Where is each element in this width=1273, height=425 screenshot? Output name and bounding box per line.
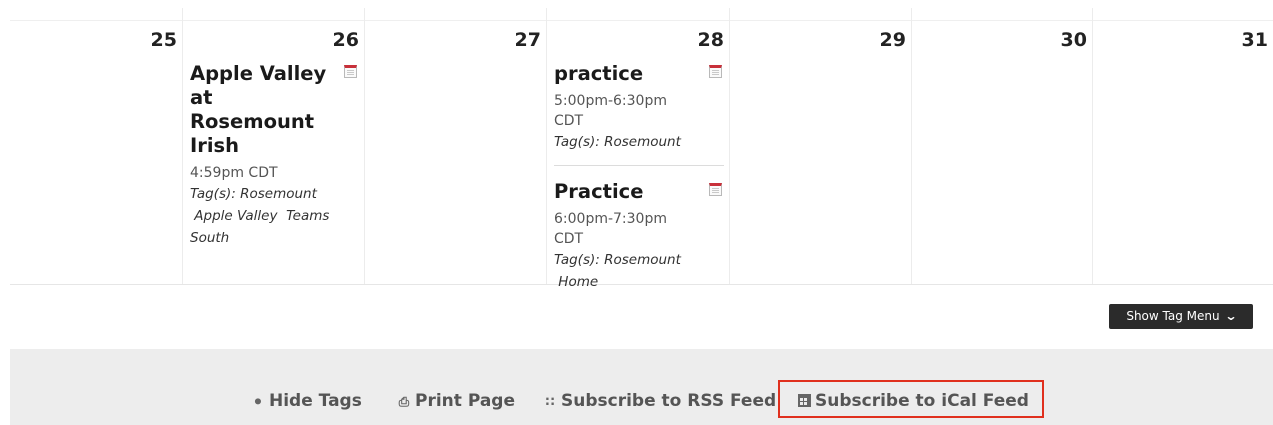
day-number: 26: [332, 29, 359, 51]
day-cell-top: [730, 8, 911, 21]
rss-feed-label: Subscribe to RSS Feed: [561, 391, 777, 411]
chevron-down-icon: ⌄: [1224, 309, 1238, 323]
tag-icon: ⚫: [252, 395, 264, 410]
event-title-link[interactable]: Apple Valley at Rosemount Irish: [190, 62, 333, 158]
print-icon: ⎙: [398, 395, 410, 410]
show-tag-menu-button[interactable]: Show Tag Menu ⌄: [1109, 304, 1253, 329]
footer-links: ⚫ Hide Tags ⎙ Print Page ∷ Subscribe to RSS…: [10, 380, 1273, 418]
day-number: 27: [514, 29, 541, 51]
event-list: practice 5:00pm-6:30pm CDT Tag(s): Rosem…: [554, 62, 724, 293]
hide-tags-link[interactable]: ⚫ Hide Tags: [250, 389, 362, 413]
event-tags: Tag(s): Rosemount: [554, 131, 698, 153]
day-cell-30[interactable]: 30: [911, 8, 1092, 284]
tags-prefix: Tag(s):: [190, 186, 236, 202]
tag-link[interactable]: South: [190, 230, 229, 246]
day-cell-top: [365, 8, 546, 21]
ical-feed-label: Subscribe to iCal Feed: [815, 391, 1029, 411]
ical-export-icon[interactable]: [709, 183, 722, 196]
event-item: Practice 6:00pm-7:30pm CDT Tag(s): Rosem…: [554, 165, 724, 293]
tags-prefix: Tag(s):: [554, 252, 600, 268]
tag-link[interactable]: Rosemount: [604, 252, 681, 268]
event-time: 4:59pm CDT: [190, 165, 278, 181]
print-page-label: Print Page: [415, 391, 515, 411]
event-item: Apple Valley at Rosemount Irish 4:59pm C…: [190, 62, 359, 249]
event-tags: Tag(s): Rosemount Home: [554, 249, 698, 293]
event-title-link[interactable]: Practice: [554, 180, 698, 204]
calendar-week-row: 25 26 Apple Valley at Rosemount Irish 4:…: [10, 8, 1273, 290]
show-tag-menu-label: Show Tag Menu: [1126, 309, 1220, 323]
day-cell-26[interactable]: 26 Apple Valley at Rosemount Irish 4:59p…: [182, 8, 364, 284]
day-number: 25: [150, 29, 177, 51]
day-cell-top: [547, 8, 729, 21]
footer-bar: ⚫ Hide Tags ⎙ Print Page ∷ Subscribe to RSS…: [10, 349, 1273, 425]
hide-tags-label: Hide Tags: [269, 391, 362, 411]
event-title-link[interactable]: practice: [554, 62, 698, 86]
ical-export-icon[interactable]: [344, 65, 357, 78]
tag-link[interactable]: Home: [558, 274, 598, 290]
day-cell-top: [183, 8, 364, 21]
day-cell-top: [10, 8, 182, 21]
event-time: 6:00pm-7:30pm CDT: [554, 211, 667, 247]
day-cell-29[interactable]: 29: [729, 8, 911, 284]
day-cell-28[interactable]: 28 practice 5:00pm-6:30pm CDT Tag(s): Ro…: [546, 8, 729, 290]
event-list: Apple Valley at Rosemount Irish 4:59pm C…: [190, 62, 359, 249]
tags-prefix: Tag(s):: [554, 134, 600, 150]
event-tags: Tag(s): Rosemount Apple Valley Teams Sou…: [190, 183, 333, 249]
tag-link[interactable]: Apple Valley: [194, 208, 277, 224]
ical-feed-link[interactable]: Subscribe to iCal Feed: [778, 380, 1044, 418]
day-number: 29: [879, 29, 906, 51]
rss-icon: ∷: [545, 395, 555, 410]
day-cell-top: [1093, 8, 1273, 21]
ical-export-icon[interactable]: [709, 65, 722, 78]
day-cell-25[interactable]: 25: [10, 8, 182, 284]
tag-link[interactable]: Rosemount: [604, 134, 681, 150]
day-number: 31: [1241, 29, 1268, 51]
print-page-link[interactable]: ⎙ Print Page: [396, 389, 515, 413]
day-cell-top: [912, 8, 1092, 21]
day-number: 28: [697, 29, 724, 51]
event-item: practice 5:00pm-6:30pm CDT Tag(s): Rosem…: [554, 62, 724, 153]
day-number: 30: [1060, 29, 1087, 51]
day-cell-27[interactable]: 27: [364, 8, 546, 284]
rss-feed-link[interactable]: ∷ Subscribe to RSS Feed: [542, 389, 776, 413]
day-cell-31[interactable]: 31: [1092, 8, 1273, 284]
tag-link[interactable]: Teams: [286, 208, 329, 224]
event-time: 5:00pm-6:30pm CDT: [554, 93, 667, 129]
calendar-icon: [798, 394, 811, 407]
tag-link[interactable]: Rosemount: [240, 186, 317, 202]
